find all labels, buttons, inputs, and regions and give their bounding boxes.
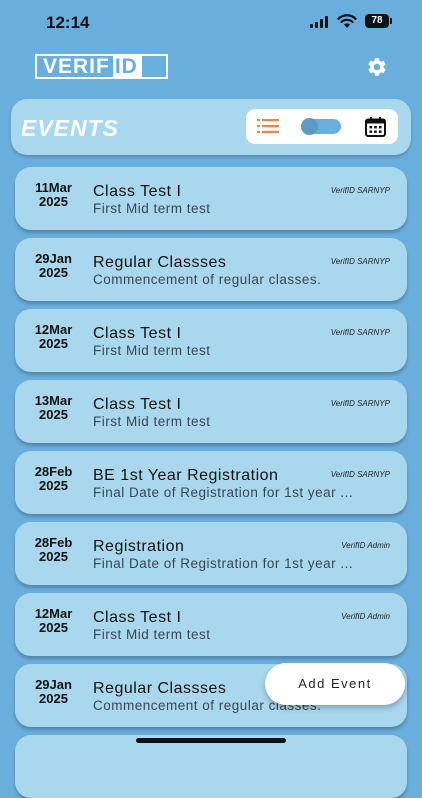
- event-date-year: 2025: [39, 478, 68, 493]
- wifi-icon: [337, 14, 357, 28]
- list-icon[interactable]: [257, 119, 279, 133]
- status-time: 12:14: [46, 13, 90, 32]
- battery-icon: 78: [365, 14, 389, 28]
- view-toggle-switch[interactable]: [301, 118, 341, 135]
- event-card[interactable]: 13Mar 2025 Class Test I First Mid term t…: [15, 380, 407, 443]
- event-card[interactable]: 12Mar 2025 Class Test I First Mid term t…: [15, 309, 407, 372]
- event-description: First Mid term test: [93, 201, 211, 216]
- gear-icon[interactable]: [366, 56, 388, 78]
- event-date-year: 2025: [39, 691, 68, 706]
- event-description: Final Date of Registration for 1st year …: [93, 485, 354, 500]
- event-title: Class Test I: [93, 609, 182, 626]
- event-title: Regular Classses: [93, 254, 227, 271]
- event-date-day: 28Feb: [34, 535, 73, 550]
- toggle-knob: [301, 118, 318, 135]
- add-event-button[interactable]: Add Event: [265, 663, 405, 705]
- event-source: VerifID SARNYP: [330, 186, 390, 195]
- app-logo: VERIF ID: [35, 54, 168, 79]
- event-card[interactable]: 28Feb 2025 Registration Final Date of Re…: [15, 522, 407, 585]
- event-date-year: 2025: [39, 336, 68, 351]
- event-description: First Mid term test: [93, 627, 211, 642]
- battery-tip: [390, 18, 392, 24]
- event-source: VerifID SARNYP: [330, 257, 390, 266]
- event-source: VerifID SARNYP: [330, 470, 390, 479]
- event-card[interactable]: [15, 735, 407, 798]
- event-source: VerifID SARNYP: [330, 328, 390, 337]
- view-toggle: [246, 109, 398, 144]
- event-title: BE 1st Year Registration: [93, 467, 279, 484]
- home-indicator: [136, 738, 286, 743]
- status-bar: 12:14 78: [0, 0, 422, 44]
- calendar-icon[interactable]: [365, 117, 386, 137]
- event-date-day: 29Jan: [35, 677, 72, 692]
- event-date-year: 2025: [39, 194, 68, 209]
- cellular-signal-icon: [310, 16, 330, 28]
- event-date-day: 29Jan: [35, 251, 72, 266]
- event-date-day: 12Mar: [34, 606, 73, 621]
- event-card[interactable]: 29Jan 2025 Regular Classses Commencement…: [15, 238, 407, 301]
- event-title: Class Test I: [93, 183, 182, 200]
- event-title: Class Test I: [93, 325, 182, 342]
- logo-text-verif: VERIF: [43, 55, 110, 78]
- event-card[interactable]: 28Feb 2025 BE 1st Year Registration Fina…: [15, 451, 407, 514]
- event-card[interactable]: 12Mar 2025 Class Test I First Mid term t…: [15, 593, 407, 656]
- event-source: VerifID Admin: [341, 541, 390, 550]
- event-title: Regular Classses: [93, 680, 227, 697]
- event-description: First Mid term test: [93, 414, 211, 429]
- event-date-day: 13Mar: [34, 393, 73, 408]
- event-date-year: 2025: [39, 265, 68, 280]
- event-date-year: 2025: [39, 620, 68, 635]
- event-date-year: 2025: [39, 407, 68, 422]
- event-source: VerifID SARNYP: [330, 399, 390, 408]
- event-description: First Mid term test: [93, 343, 211, 358]
- event-date-day: 12Mar: [34, 322, 73, 337]
- event-title: Class Test I: [93, 396, 182, 413]
- event-source: VerifID Admin: [341, 612, 390, 621]
- event-card[interactable]: 11Mar 2025 Class Test I First Mid term t…: [15, 167, 407, 230]
- events-header: EVENTS: [11, 99, 411, 155]
- event-title: Registration: [93, 538, 185, 555]
- event-description: Commencement of regular classes.: [93, 272, 322, 287]
- logo-text-id: ID: [112, 56, 142, 77]
- page-title: EVENTS: [21, 115, 120, 141]
- event-date-day: 11Mar: [35, 180, 72, 195]
- event-date-year: 2025: [39, 549, 68, 564]
- event-date-day: 28Feb: [34, 464, 73, 479]
- event-description: Final Date of Registration for 1st year …: [93, 556, 354, 571]
